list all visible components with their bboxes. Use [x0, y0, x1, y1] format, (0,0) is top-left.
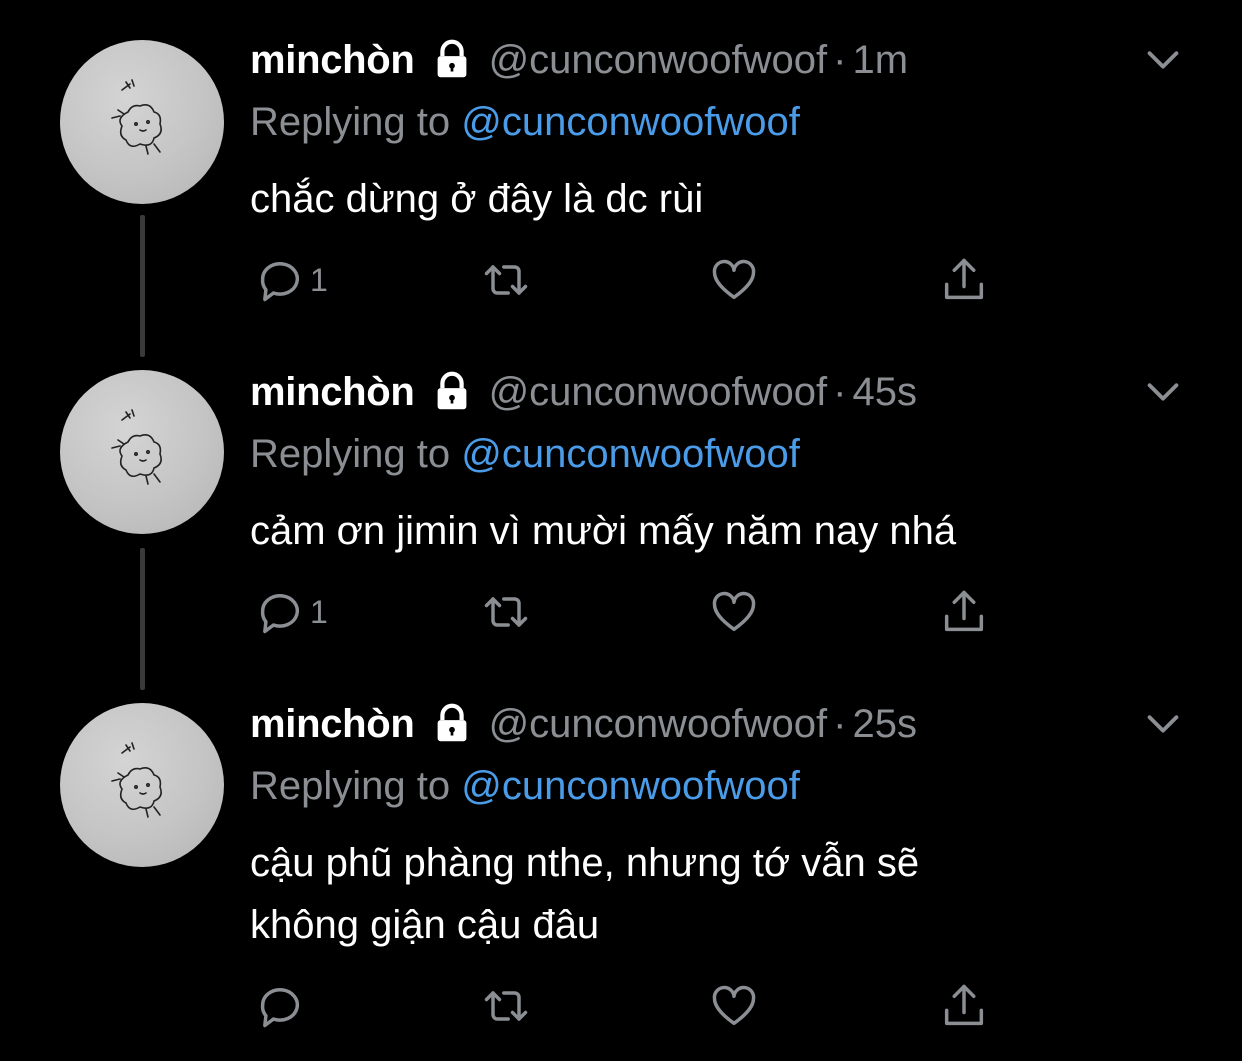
retweet-button[interactable] [480, 252, 532, 308]
timestamp[interactable]: 45s [852, 370, 917, 415]
lock-icon [437, 371, 466, 410]
share-icon [944, 984, 984, 1026]
handle[interactable]: @cunconwoofwoof [489, 38, 828, 83]
display-name[interactable]: minchòn [250, 38, 415, 83]
tweet-text-line: cậu phũ phàng nthe, nhưng tớ vẫn sẽ [250, 841, 920, 885]
handle[interactable]: @cunconwoofwoof [489, 370, 828, 415]
replying-to: Replying to @cunconwoofwoof [250, 761, 800, 811]
lock-icon [437, 703, 466, 742]
heart-icon [712, 591, 756, 632]
retweet-button[interactable] [480, 978, 532, 1034]
avatar-doodle-icon [111, 409, 162, 485]
tweet-text-line: chắc dừng ở đây là dc rùi [250, 177, 704, 221]
retweet-icon [484, 991, 528, 1021]
reply-icon [260, 594, 300, 634]
share-button[interactable] [938, 584, 990, 640]
reply-button[interactable] [254, 978, 310, 1034]
timestamp[interactable]: 1m [852, 38, 908, 83]
tweet-text: cảm ơn jimin vì mười mấy năm nay nhá [250, 500, 1150, 562]
retweet-icon [484, 265, 528, 295]
heart-icon [712, 985, 756, 1026]
replying-to: Replying to @cunconwoofwoof [250, 429, 800, 479]
share-icon [944, 590, 984, 632]
replying-to-label: Replying to [250, 432, 451, 476]
tweet-text-line: không giận cậu đâu [250, 903, 600, 947]
heart-icon [712, 259, 756, 300]
tweet-header: minchòn @cunconwoofwoof · 1m [250, 34, 908, 86]
tweet-text: cậu phũ phàng nthe, nhưng tớ vẫn sẽ khôn… [250, 832, 1150, 956]
display-name[interactable]: minchòn [250, 370, 415, 415]
chevron-down-icon[interactable] [1140, 36, 1186, 82]
tweet[interactable]: minchòn @cunconwoofwoof · 1m Replying to… [0, 0, 1242, 330]
tweet[interactable]: minchòn @cunconwoofwoof · 25s Replying t… [0, 0, 1242, 1028]
tweet-header: minchòn @cunconwoofwoof · 25s [250, 698, 917, 750]
separator-dot: · [833, 369, 847, 414]
tweet-actions: 1 [250, 584, 1010, 640]
avatar[interactable] [60, 370, 224, 534]
separator-dot: · [833, 701, 847, 746]
tweet-actions [250, 978, 1010, 1034]
reply-button[interactable]: 1 [254, 252, 328, 308]
reply-count: 1 [310, 261, 328, 298]
tweet-header: minchòn @cunconwoofwoof · 45s [250, 366, 917, 418]
avatar-doodle-icon [111, 742, 162, 818]
thread-line [140, 548, 145, 690]
replying-to-label: Replying to [250, 764, 451, 808]
timestamp[interactable]: 25s [852, 702, 917, 747]
replying-to-handle[interactable]: @cunconwoofwoof [461, 764, 800, 808]
like-button[interactable] [708, 978, 760, 1034]
share-button[interactable] [938, 252, 990, 308]
avatar-doodle-icon [111, 79, 162, 155]
chevron-down-icon[interactable] [1140, 368, 1186, 414]
tweet-text: chắc dừng ở đây là dc rùi [250, 168, 1150, 230]
display-name[interactable]: minchòn [250, 702, 415, 747]
share-button[interactable] [938, 978, 990, 1034]
reply-icon [260, 988, 300, 1028]
separator-dot: · [833, 37, 847, 82]
lock-icon [437, 39, 466, 78]
reply-button[interactable]: 1 [254, 584, 328, 640]
tweet-text-line: cảm ơn jimin vì mười mấy năm nay nhá [250, 509, 957, 553]
handle[interactable]: @cunconwoofwoof [489, 702, 828, 747]
reply-count: 1 [310, 593, 328, 630]
replying-to-handle[interactable]: @cunconwoofwoof [461, 432, 800, 476]
replying-to-label: Replying to [250, 100, 451, 144]
retweet-icon [484, 597, 528, 627]
reply-icon [260, 262, 300, 302]
like-button[interactable] [708, 252, 760, 308]
avatar[interactable] [60, 40, 224, 204]
retweet-button[interactable] [480, 584, 532, 640]
replying-to: Replying to @cunconwoofwoof [250, 97, 800, 147]
share-icon [944, 258, 984, 300]
tweet-actions: 1 [250, 252, 1010, 308]
avatar[interactable] [60, 703, 224, 867]
like-button[interactable] [708, 584, 760, 640]
replying-to-handle[interactable]: @cunconwoofwoof [461, 100, 800, 144]
chevron-down-icon[interactable] [1140, 700, 1186, 746]
